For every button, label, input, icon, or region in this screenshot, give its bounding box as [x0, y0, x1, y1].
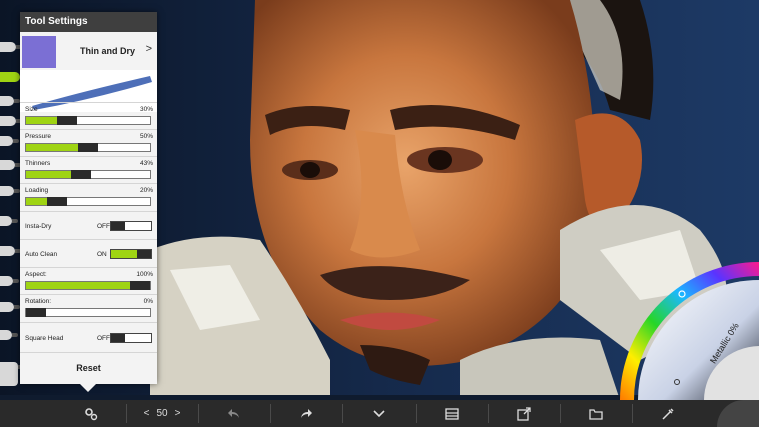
square-head-state: OFF: [97, 335, 110, 342]
slider-thumb[interactable]: [26, 308, 46, 317]
folder-icon[interactable]: [564, 400, 628, 427]
thinners-slider[interactable]: [25, 170, 151, 179]
rack-tool-smudge[interactable]: [0, 302, 20, 312]
bottom-toolbar: < 50 >: [0, 400, 759, 427]
rack-tool-pencil[interactable]: [0, 42, 22, 52]
loading-label: Loading: [25, 187, 49, 194]
slider-thumb[interactable]: [71, 170, 91, 179]
rack-tool-fill[interactable]: [0, 362, 24, 386]
auto-clean-row: Auto Clean ON: [20, 239, 157, 267]
brush-size-increase[interactable]: >: [175, 408, 181, 419]
loading-slider[interactable]: [25, 197, 151, 206]
square-head-row: Square Head OFF: [20, 322, 157, 353]
insta-dry-toggle[interactable]: [110, 221, 152, 231]
loading-slider-row: Loading 20%: [20, 183, 157, 210]
rack-tool-roller[interactable]: [0, 246, 21, 256]
brush-preset-selector[interactable]: Thin and Dry >: [20, 34, 157, 70]
size-slider[interactable]: [25, 116, 151, 125]
reset-button[interactable]: Reset: [20, 352, 157, 383]
size-value: 30%: [139, 106, 153, 113]
panel-title: Tool Settings: [20, 12, 157, 32]
brush-thumbnail: [22, 36, 56, 68]
toggle-knob: [137, 250, 151, 258]
slider-thumb[interactable]: [130, 281, 150, 290]
rack-tool-knife[interactable]: [0, 216, 18, 226]
slider-thumb[interactable]: [57, 116, 77, 125]
rotation-slider-row: Rotation: 0%: [20, 294, 157, 321]
pressure-slider[interactable]: [25, 143, 151, 152]
loading-value: 20%: [139, 187, 153, 194]
insta-dry-row: Insta-Dry OFF: [20, 211, 157, 239]
thinners-value: 43%: [139, 160, 153, 167]
tool-rack: [0, 40, 26, 400]
size-slider-row: Size 30%: [20, 102, 157, 129]
insta-dry-state: OFF: [97, 223, 110, 230]
auto-clean-label: Auto Clean: [25, 251, 58, 258]
undo-icon[interactable]: [202, 400, 266, 427]
thinners-label: Thinners: [25, 160, 51, 167]
settings-icon[interactable]: [60, 400, 122, 427]
rotation-value: 0%: [143, 298, 153, 305]
thinners-slider-row: Thinners 43%: [20, 156, 157, 183]
brush-size-value: 50: [156, 408, 168, 419]
rotation-slider[interactable]: [25, 308, 151, 317]
pressure-value: 50%: [139, 133, 153, 140]
rack-tool-brush-active[interactable]: [0, 72, 26, 82]
pressure-label: Pressure: [25, 133, 52, 140]
rack-tool-eraser[interactable]: [0, 276, 19, 286]
toggle-fill: [111, 250, 139, 258]
insta-dry-label: Insta-Dry: [25, 223, 52, 230]
color-wheel[interactable]: [620, 262, 759, 400]
aspect-slider[interactable]: [25, 281, 151, 290]
rack-tool-gloop[interactable]: [0, 330, 18, 340]
eyedropper-icon[interactable]: [636, 400, 700, 427]
aspect-value: 100%: [136, 271, 153, 278]
brush-size-control[interactable]: < 50 >: [130, 400, 194, 427]
chevron-down-icon[interactable]: [346, 400, 412, 427]
rack-tool-airbrush[interactable]: [0, 186, 20, 196]
aspect-label: Aspect:: [25, 271, 47, 278]
export-icon[interactable]: [492, 400, 556, 427]
chevron-right-icon[interactable]: >: [146, 43, 152, 55]
size-label: Size: [25, 106, 38, 113]
toggle-knob: [111, 334, 125, 342]
aspect-slider-row: Aspect: 100%: [20, 267, 157, 294]
slider-fill: [26, 282, 140, 289]
brush-size-decrease[interactable]: <: [144, 408, 150, 419]
rotation-label: Rotation:: [25, 298, 52, 305]
redo-icon[interactable]: [274, 400, 338, 427]
rack-tool-marker[interactable]: [0, 116, 22, 126]
rack-tool-crayon[interactable]: [0, 160, 21, 170]
rack-tool-pastel[interactable]: [0, 136, 19, 146]
pressure-slider-row: Pressure 50%: [20, 129, 157, 156]
tool-settings-panel: Tool Settings Thin and Dry > Size 30% Pr…: [20, 12, 157, 384]
square-head-toggle[interactable]: [110, 333, 152, 343]
rack-tool-pen[interactable]: [0, 96, 20, 106]
slider-thumb[interactable]: [78, 143, 98, 152]
square-head-label: Square Head: [25, 335, 64, 342]
slider-thumb[interactable]: [47, 197, 67, 206]
brush-preset-name: Thin and Dry: [80, 46, 136, 56]
layers-icon[interactable]: [420, 400, 484, 427]
toggle-knob: [111, 222, 125, 230]
auto-clean-state: ON: [97, 251, 107, 258]
panel-pointer: [80, 384, 96, 392]
auto-clean-toggle[interactable]: [110, 249, 152, 259]
